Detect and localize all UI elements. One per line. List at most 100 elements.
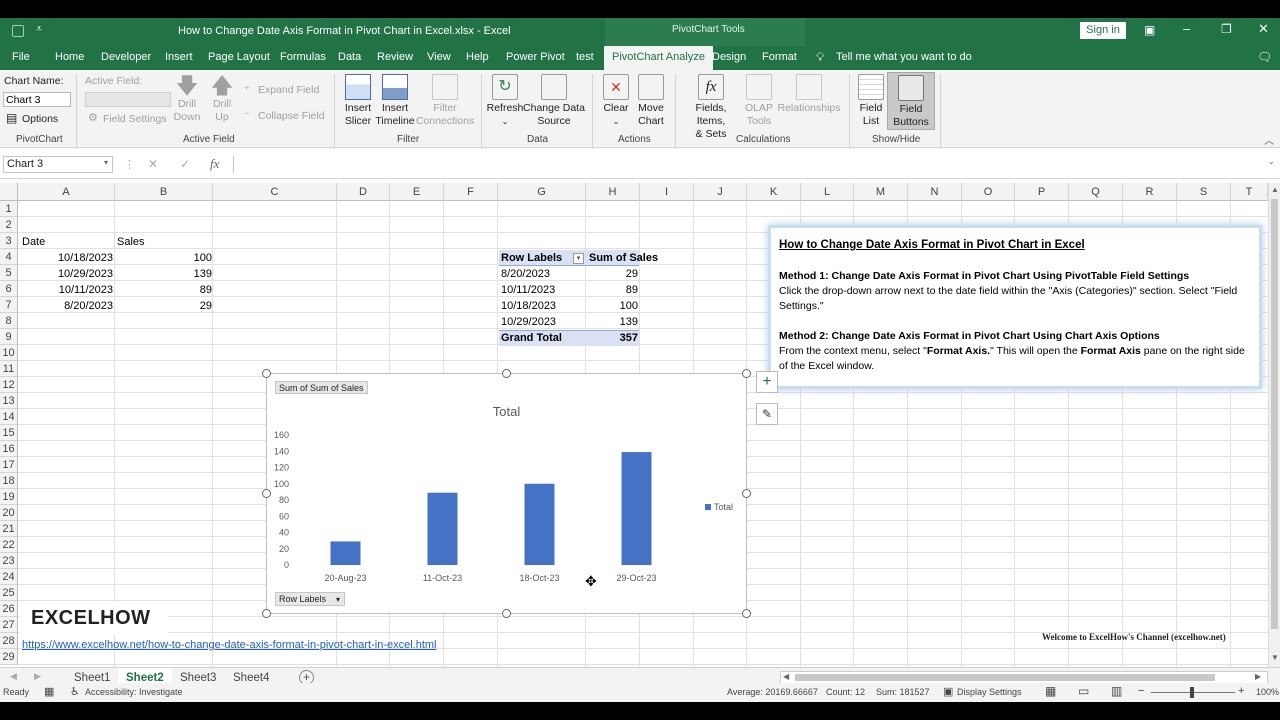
row-header-3[interactable]: 3 (0, 233, 18, 249)
pivot-row-value[interactable]: 29 (588, 266, 638, 282)
field-list-button[interactable]: Field List (855, 74, 887, 128)
drill-down-button[interactable]: 🡇 Drill Down (172, 74, 202, 124)
select-all-corner[interactable] (0, 183, 18, 201)
resize-handle[interactable] (502, 369, 511, 378)
column-header-m[interactable]: M (854, 183, 908, 201)
row-header-26[interactable]: 26 (0, 601, 18, 617)
refresh-button[interactable]: ↻ Refresh ⌄ (486, 74, 524, 128)
row-header-28[interactable]: 28 (0, 633, 18, 649)
vertical-scrollbar[interactable]: ▲ ▼ (1268, 183, 1280, 667)
cell-a6[interactable]: 8/20/2023 (20, 298, 113, 314)
next-sheet-icon[interactable]: ▶ (34, 671, 41, 682)
pivot-grand-total-value[interactable]: 357 (588, 330, 638, 346)
pivot-row-label[interactable]: 8/20/2023 (501, 266, 550, 282)
cell-b2[interactable]: Sales (117, 234, 145, 250)
bar-18-Oct-23[interactable] (524, 483, 555, 565)
zoom-in-icon[interactable]: + (1238, 685, 1244, 697)
instructions-textbox[interactable]: How to Change Date Axis Format in Pivot … (768, 225, 1262, 389)
expand-field-button[interactable]: Expand Field (258, 84, 319, 96)
pivot-row-label[interactable]: 10/29/2023 (501, 314, 556, 330)
row-header-25[interactable]: 25 (0, 585, 18, 601)
row-header-24[interactable]: 24 (0, 569, 18, 585)
minimize-icon[interactable]: – (1183, 21, 1190, 36)
row-header-16[interactable]: 16 (0, 441, 18, 457)
pivot-row-labels-header[interactable]: Row Labels (501, 250, 562, 266)
row-header-9[interactable]: 9 (0, 329, 18, 345)
cancel-icon[interactable]: ✕ (148, 157, 158, 171)
insert-timeline-button[interactable]: Insert Timeline (374, 74, 416, 128)
resize-handle[interactable] (262, 489, 271, 498)
display-settings-button[interactable]: Display Settings (957, 687, 1022, 697)
chart-elements-plus-icon[interactable]: + (756, 371, 778, 393)
olap-tools-button[interactable]: OLAP Tools (742, 74, 776, 128)
column-header-r[interactable]: R (1123, 183, 1177, 201)
tab-page-layout[interactable]: Page Layout (208, 51, 270, 63)
column-header-d[interactable]: D (337, 183, 390, 201)
tab-home[interactable]: Home (55, 51, 84, 63)
column-header-o[interactable]: O (962, 183, 1015, 201)
tab-test[interactable]: test (576, 51, 594, 63)
column-header-h[interactable]: H (586, 183, 640, 201)
bar-29-Oct-23[interactable] (621, 452, 652, 565)
column-header-f[interactable]: F (444, 183, 498, 201)
field-buttons-button[interactable]: Field Buttons (887, 72, 935, 130)
chart-styles-brush-icon[interactable]: ✎ (756, 403, 778, 425)
cell-a2[interactable]: Date (22, 234, 45, 250)
expand-formula-icon[interactable]: ⌄ (1268, 157, 1275, 166)
autosave-icon[interactable] (12, 25, 24, 37)
resize-handle[interactable] (502, 609, 511, 618)
bar-20-Aug-23[interactable] (330, 541, 361, 565)
scroll-thumb[interactable] (1271, 199, 1278, 629)
insert-slicer-button[interactable]: Insert Slicer (340, 74, 376, 128)
close-icon[interactable]: ✕ (1258, 21, 1269, 37)
restore-icon[interactable]: ❐ (1221, 22, 1232, 36)
cell-a4[interactable]: 10/29/2023 (20, 266, 113, 282)
tab-pivotchart-analyze[interactable]: PivotChart Analyze (604, 46, 713, 70)
pivot-row-label[interactable]: 10/11/2023 (501, 282, 555, 298)
row-header-20[interactable]: 20 (0, 505, 18, 521)
fields-items-sets-button[interactable]: fx Fields, Items, & Sets (680, 74, 742, 141)
column-header-b[interactable]: B (115, 183, 213, 201)
column-header-a[interactable]: A (18, 183, 115, 201)
column-header-c[interactable]: C (213, 183, 337, 201)
row-header-27[interactable]: 27 (0, 617, 18, 633)
row-header-21[interactable]: 21 (0, 521, 18, 537)
scroll-left-icon[interactable]: ◀ (783, 672, 789, 681)
tutorial-link[interactable]: https://www.excelhow.net/how-to-change-d… (22, 637, 437, 653)
tab-data[interactable]: Data (338, 51, 361, 63)
row-header-4[interactable]: 4 (0, 249, 18, 265)
ribbon-display-icon[interactable]: ▣ (1144, 23, 1155, 37)
row-header-29[interactable]: 29 (0, 649, 18, 665)
row-header-10[interactable]: 10 (0, 345, 18, 361)
scroll-right-icon[interactable]: ▶ (1255, 672, 1261, 681)
enter-icon[interactable]: ✓ (180, 157, 190, 171)
accessibility-icon[interactable]: ♿︎ (70, 685, 80, 698)
tab-insert[interactable]: Insert (165, 51, 193, 63)
resize-handle[interactable] (742, 369, 751, 378)
filter-connections-button[interactable]: Filter Connections (414, 74, 476, 128)
zoom-out-icon[interactable]: − (1138, 685, 1144, 697)
row-header-1[interactable]: 1 (0, 201, 18, 217)
scroll-down-icon[interactable]: ▼ (1271, 653, 1279, 662)
change-data-source-button[interactable]: Change Data Source (523, 74, 585, 128)
normal-view-icon[interactable]: ▦ (1045, 684, 1056, 698)
page-layout-view-icon[interactable]: ▭ (1078, 684, 1089, 698)
prev-sheet-icon[interactable]: ◀ (10, 671, 17, 682)
chart-name-input[interactable] (3, 92, 71, 107)
pivot-row-value[interactable]: 100 (588, 298, 638, 314)
resize-handle[interactable] (742, 489, 751, 498)
relationships-button[interactable]: Relationships (776, 74, 842, 115)
tab-review[interactable]: Review (377, 51, 413, 63)
sign-in-button[interactable]: Sign in (1080, 22, 1126, 39)
column-header-g[interactable]: G (498, 183, 586, 201)
column-header-k[interactable]: K (747, 183, 801, 201)
tab-format[interactable]: Format (762, 51, 797, 63)
zoom-slider-thumb[interactable] (1190, 687, 1194, 698)
drill-up-button[interactable]: 🡅 Drill Up (207, 74, 237, 124)
page-break-view-icon[interactable]: ▥ (1111, 684, 1122, 698)
tab-file[interactable]: File (12, 51, 30, 63)
resize-handle[interactable] (262, 609, 271, 618)
row-header-5[interactable]: 5 (0, 265, 18, 281)
column-header-n[interactable]: N (908, 183, 962, 201)
horizontal-scroll-thumb[interactable] (795, 674, 1215, 681)
